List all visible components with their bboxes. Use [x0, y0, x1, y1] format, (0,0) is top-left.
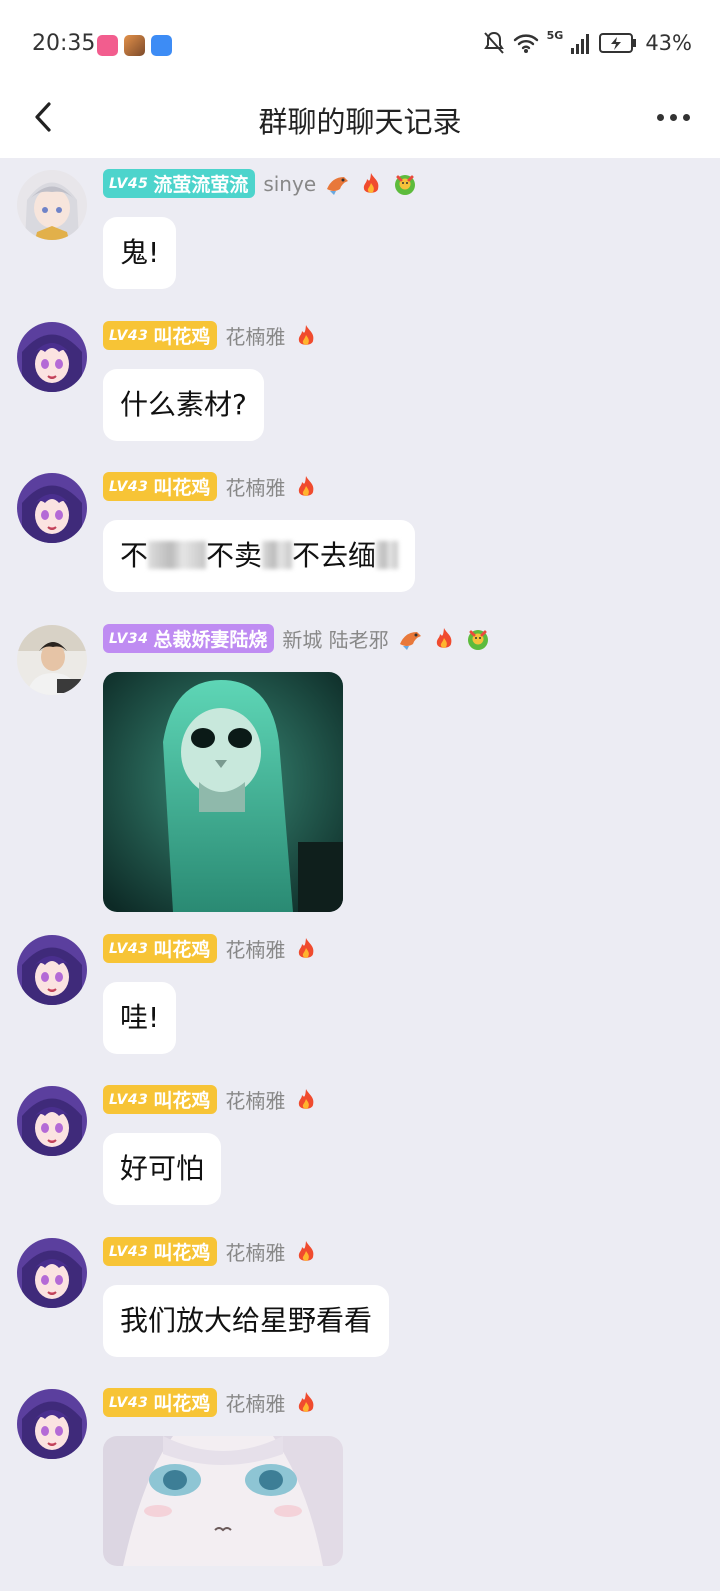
flower-icon [467, 629, 488, 650]
fire-icon [363, 172, 379, 193]
signal-icon [571, 34, 590, 54]
fire-icon [299, 1240, 314, 1261]
message-header: LV43 叫花鸡 花楠雅 [103, 1388, 319, 1417]
avatar[interactable] [17, 625, 87, 695]
message-text-part: 不去缅 [292, 539, 377, 572]
level-badge: LV34 总裁娇妻陆烧 [103, 624, 275, 653]
level-badge: LV43 叫花鸡 [103, 1388, 218, 1417]
wifi-icon [513, 34, 538, 53]
avatar[interactable] [17, 1238, 87, 1308]
fire-icon [436, 627, 452, 648]
message-text-part: 不 [120, 539, 149, 572]
avatar[interactable] [17, 322, 87, 392]
sender-name: 花楠雅 [225, 1241, 286, 1265]
message-header: LV43 叫花鸡 花楠雅 [103, 472, 319, 501]
flower-icon [395, 174, 416, 195]
battery-icon [599, 33, 637, 53]
level-badge: LV43 叫花鸡 [103, 1237, 218, 1266]
dragon-icon [327, 176, 349, 195]
chat-history[interactable]: LV45 流萤流萤流 sinye 鬼! LV43 叫花鸡 花楠雅 什么素材? LV4… [0, 158, 720, 1591]
status-app-icons [97, 35, 172, 56]
sender-name: 新城 陆老邪 [282, 628, 389, 652]
message-header: LV45 流萤流萤流 sinye [103, 169, 418, 198]
avatar[interactable] [17, 170, 87, 240]
chat-message: LV43 叫花鸡 花楠雅 什么素材? [0, 310, 720, 460]
battery-percent: 43% [645, 31, 692, 55]
status-time: 20:35 [32, 31, 96, 56]
bilibili-app-icon [97, 35, 118, 56]
fire-icon [299, 475, 314, 496]
anime-face-image[interactable] [103, 1436, 343, 1566]
message-header: LV43 叫花鸡 花楠雅 [103, 1085, 319, 1114]
dragon-icon [399, 631, 421, 650]
fire-icon [299, 324, 314, 345]
sender-name: sinye [263, 171, 317, 196]
chat-message: LV43 叫花鸡 花楠雅 哇! [0, 923, 720, 1073]
more-icon-dot [682, 113, 690, 121]
message-bubble[interactable]: 好可怕 [103, 1133, 222, 1205]
avatar[interactable] [17, 1389, 87, 1459]
fire-icon [299, 937, 314, 958]
sender-name: 花楠雅 [225, 325, 286, 349]
mail-app-icon [151, 35, 172, 56]
level-badge: LV43 叫花鸡 [103, 321, 218, 350]
more-icon [656, 113, 664, 121]
level-badge: LV43 叫花鸡 [103, 472, 218, 501]
sender-name: 花楠雅 [225, 938, 286, 962]
message-header: LV43 叫花鸡 花楠雅 [103, 321, 319, 350]
chat-message: LV43 叫花鸡 花楠雅 不 不卖 不去缅 [0, 461, 720, 611]
message-bubble[interactable]: 鬼! [103, 217, 177, 289]
message-header: LV43 叫花鸡 花楠雅 [103, 934, 319, 963]
mute-icon [483, 31, 504, 54]
message-bubble[interactable]: 什么素材? [103, 369, 264, 441]
level-badge: LV43 叫花鸡 [103, 1085, 218, 1114]
chat-message: LV45 流萤流萤流 sinye 鬼! [0, 158, 720, 308]
status-indicators: 5G 43% [483, 29, 692, 55]
sender-name: 花楠雅 [225, 1392, 286, 1416]
avatar[interactable] [17, 473, 87, 543]
message-header: LV43 叫花鸡 花楠雅 [103, 1237, 319, 1266]
fire-icon [299, 1088, 314, 1109]
censored-text [148, 541, 207, 569]
message-header: LV34 总裁娇妻陆烧 新城 陆老邪 [103, 624, 491, 653]
more-button[interactable] [648, 92, 698, 142]
censored-text [262, 541, 293, 569]
chat-message: LV43 叫花鸡 花楠雅 好可怕 [0, 1074, 720, 1224]
sender-name: 花楠雅 [225, 476, 286, 500]
message-bubble[interactable]: 我们放大给星野看看 [103, 1285, 390, 1357]
chat-message: LV43 叫花鸡 花楠雅 我们放大给星野看看 [0, 1226, 720, 1376]
nav-bar: 群聊的聊天记录 [0, 80, 720, 158]
avatar[interactable] [17, 1086, 87, 1156]
page-title: 群聊的聊天记录 [258, 105, 462, 139]
chat-message: LV34 总裁娇妻陆烧 新城 陆老邪 [0, 613, 720, 923]
game-app-icon [124, 35, 145, 56]
avatar[interactable] [17, 935, 87, 1005]
status-bar: 20:35 5G 43% [0, 0, 720, 80]
fire-icon [299, 1391, 314, 1412]
message-bubble[interactable]: 哇! [103, 982, 177, 1054]
level-badge: LV43 叫花鸡 [103, 934, 218, 963]
censored-text [376, 541, 399, 569]
network-type: 5G [546, 29, 564, 42]
level-badge: LV45 流萤流萤流 [103, 169, 256, 198]
sender-name: 花楠雅 [225, 1089, 286, 1113]
message-text-part: 不卖 [206, 539, 263, 572]
ghost-cat-image[interactable] [103, 672, 343, 912]
chat-message: LV43 叫花鸡 花楠雅 [0, 1377, 720, 1591]
more-icon-dot [669, 113, 677, 121]
message-bubble[interactable]: 不 不卖 不去缅 [103, 520, 416, 592]
